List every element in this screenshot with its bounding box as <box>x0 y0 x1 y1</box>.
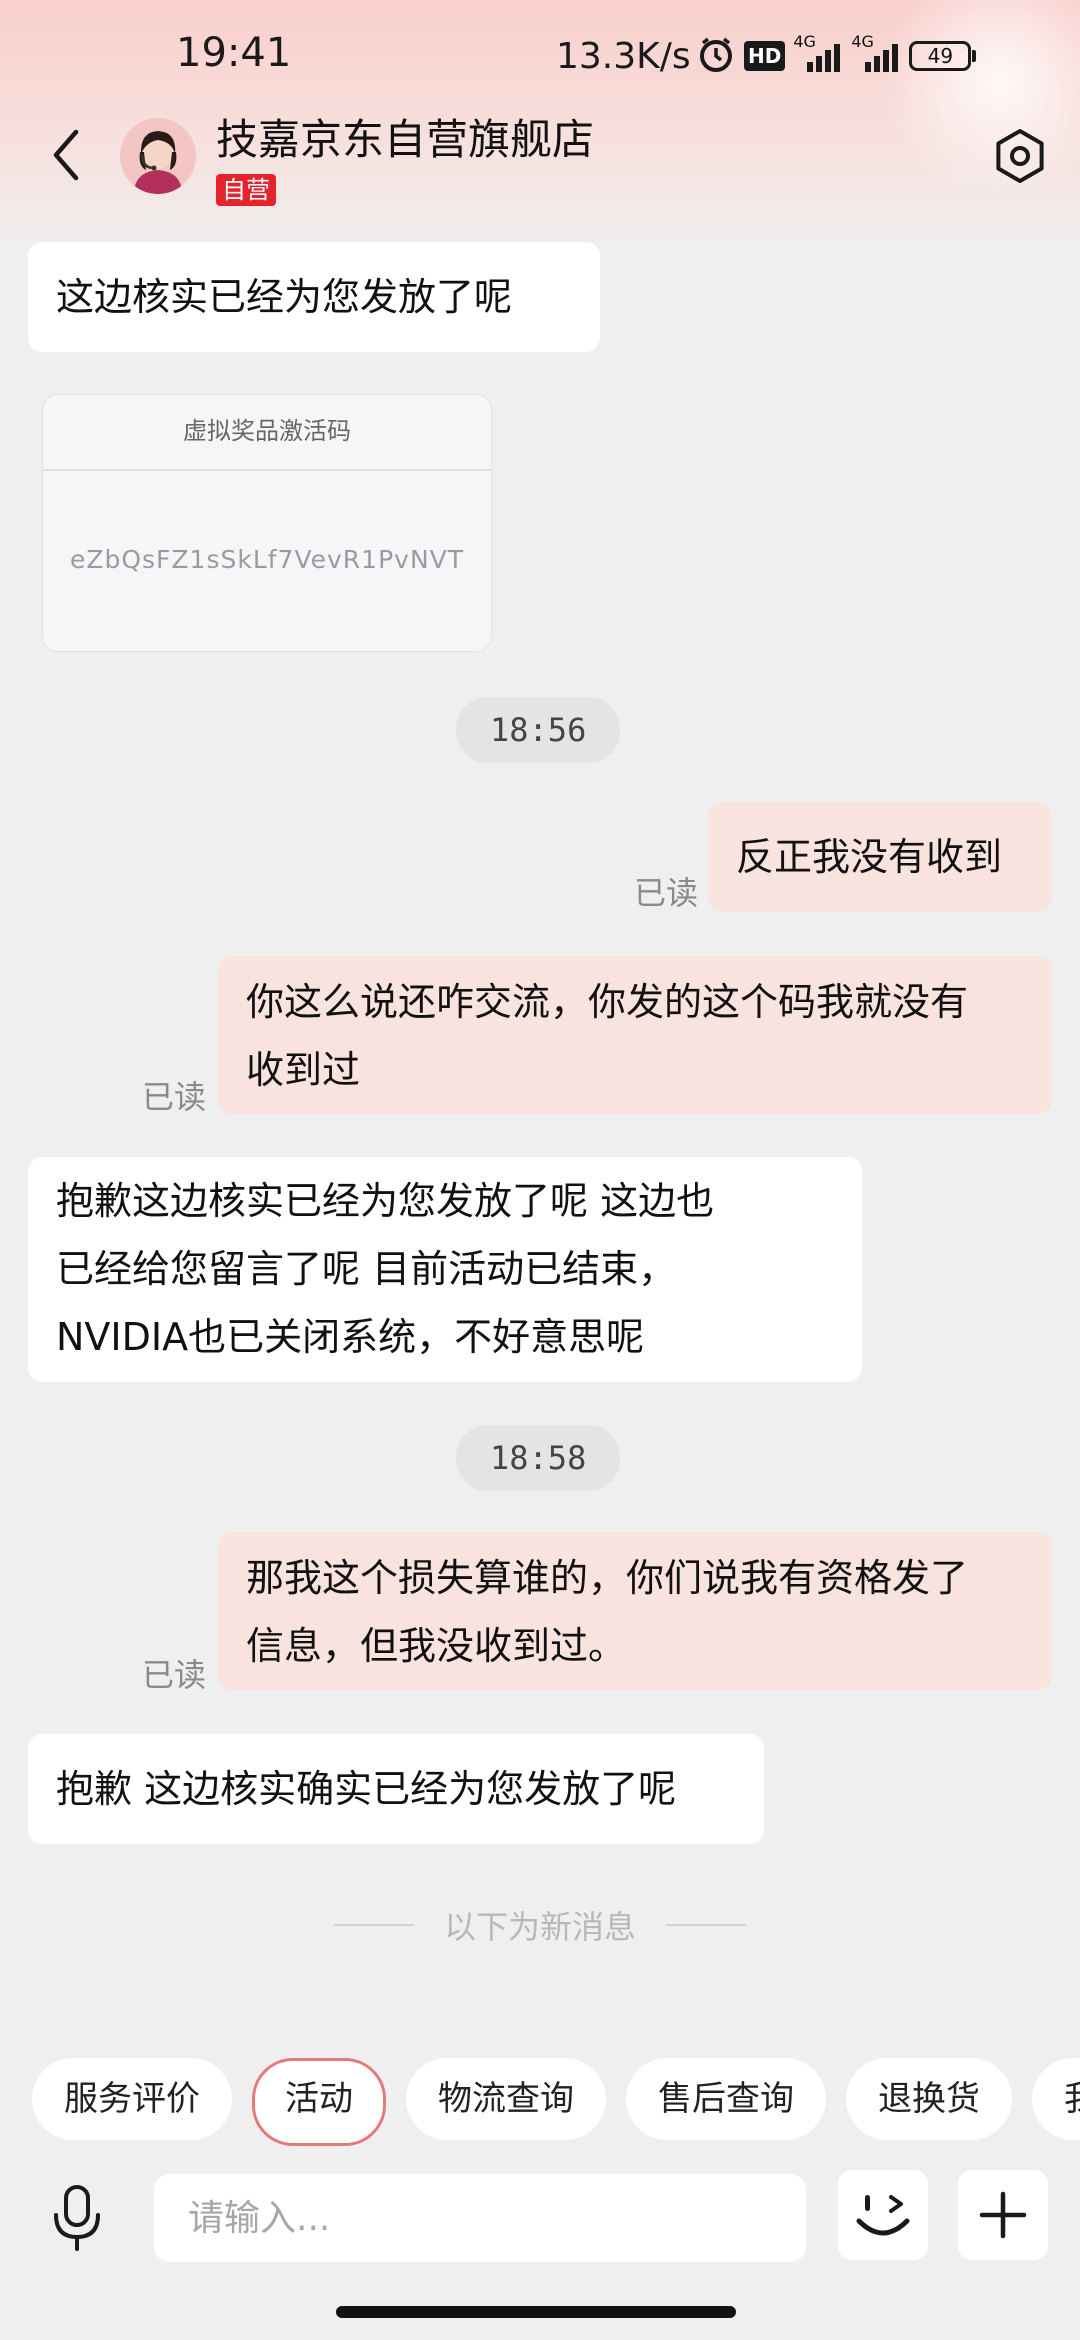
battery-icon: 49 <box>909 41 977 71</box>
voice-button[interactable] <box>40 2170 114 2266</box>
chip-activity[interactable]: 活动 <box>252 2058 386 2146</box>
message-bubble-right[interactable]: 那我这个损失算谁的，你们说我有资格发了 信息，但我没收到过。 <box>218 1532 1052 1690</box>
message-line: 已经给您留言了呢 目前活动已结束， <box>56 1247 677 1291</box>
activation-code-text: eZbQsFZ1sSkLf7VevR1PvNVT <box>69 545 465 574</box>
message-text: 抱歉 这边核实确实已经为您发放了呢 <box>56 1767 677 1811</box>
timestamp-pill: 18:56 <box>456 697 621 763</box>
message-bubble-right[interactable]: 你这么说还咋交流，你发的这个码我就没有 收到过 <box>218 956 1052 1114</box>
message-text: 这边核实已经为您发放了呢 <box>56 275 513 319</box>
read-receipt: 已读 <box>634 874 699 912</box>
microphone-icon <box>54 2185 100 2251</box>
message-bubble-left[interactable]: 抱歉这边核实已经为您发放了呢 这边也 已经给您留言了呢 目前活动已结束， NVI… <box>28 1157 862 1382</box>
code-card-divider <box>43 469 491 471</box>
self-operated-badge: 自营 <box>216 174 276 206</box>
message-line: 收到过 <box>246 1048 361 1092</box>
chip-service-rating[interactable]: 服务评价 <box>32 2058 232 2140</box>
network-speed: 13.3K/s <box>556 36 691 77</box>
message-line: 抱歉这边核实已经为您发放了呢 这边也 <box>56 1179 715 1223</box>
message-line: 那我这个损失算谁的，你们说我有资格发了 <box>246 1556 969 1600</box>
message-bubble-left[interactable]: 抱歉 这边核实确实已经为您发放了呢 <box>28 1734 764 1844</box>
back-button[interactable] <box>40 120 90 190</box>
activation-code-image[interactable]: 虚拟奖品激活码 eZbQsFZ1sSkLf7VevR1PvNVT <box>42 394 492 652</box>
more-button[interactable] <box>958 2170 1048 2260</box>
message-text: 反正我没有收到 <box>736 835 1003 879</box>
home-indicator[interactable] <box>336 2306 736 2318</box>
alarm-icon <box>696 34 736 78</box>
emoji-button[interactable] <box>838 2170 928 2260</box>
read-receipt: 已读 <box>142 1656 207 1694</box>
divider-line <box>666 1924 746 1926</box>
message-line: 你这么说还咋交流，你发的这个码我就没有 <box>246 980 969 1024</box>
timestamp-pill: 18:58 <box>456 1425 621 1491</box>
status-time: 19:41 <box>176 30 292 76</box>
message-bubble-left[interactable]: 这边核实已经为您发放了呢 <box>28 242 600 352</box>
emoji-wink-icon <box>856 2195 910 2236</box>
message-input-box[interactable] <box>154 2174 806 2262</box>
chip-return-exchange[interactable]: 退换货 <box>846 2058 1012 2140</box>
message-line: NVIDIA也已关闭系统，不好意思呢 <box>56 1315 645 1359</box>
message-line: 信息，但我没收到过。 <box>246 1624 627 1668</box>
plus-icon <box>979 2191 1027 2239</box>
back-icon <box>53 129 79 181</box>
quick-action-bar: 服务评价 活动 物流查询 售后查询 退换货 我 <box>32 2058 1080 2146</box>
network-type-label: 4G <box>851 32 874 51</box>
status-icons: HD 4G 4G 49 <box>696 32 977 78</box>
chip-more[interactable]: 我 <box>1032 2058 1080 2140</box>
signal-icon-2: 4G <box>851 32 901 74</box>
network-type-label: 4G <box>793 32 816 51</box>
code-card-title: 虚拟奖品激活码 <box>183 417 351 445</box>
settings-icon <box>996 129 1044 183</box>
battery-level: 49 <box>909 41 972 71</box>
settings-button[interactable] <box>990 126 1050 186</box>
signal-icon: 4G <box>793 32 843 74</box>
chip-after-sales[interactable]: 售后查询 <box>626 2058 826 2140</box>
store-name: 技嘉京东自营旗舰店 <box>216 115 595 164</box>
message-input[interactable] <box>154 2174 806 2262</box>
new-message-divider: 以下为新消息 <box>330 1900 750 1950</box>
avatar[interactable] <box>120 118 196 194</box>
message-bubble-right[interactable]: 反正我没有收到 <box>708 802 1052 912</box>
read-receipt: 已读 <box>142 1078 207 1116</box>
chip-logistics[interactable]: 物流查询 <box>406 2058 606 2140</box>
new-message-label: 以下为新消息 <box>443 1908 636 1946</box>
divider-line <box>333 1924 414 1926</box>
hd-icon: HD <box>744 41 786 71</box>
